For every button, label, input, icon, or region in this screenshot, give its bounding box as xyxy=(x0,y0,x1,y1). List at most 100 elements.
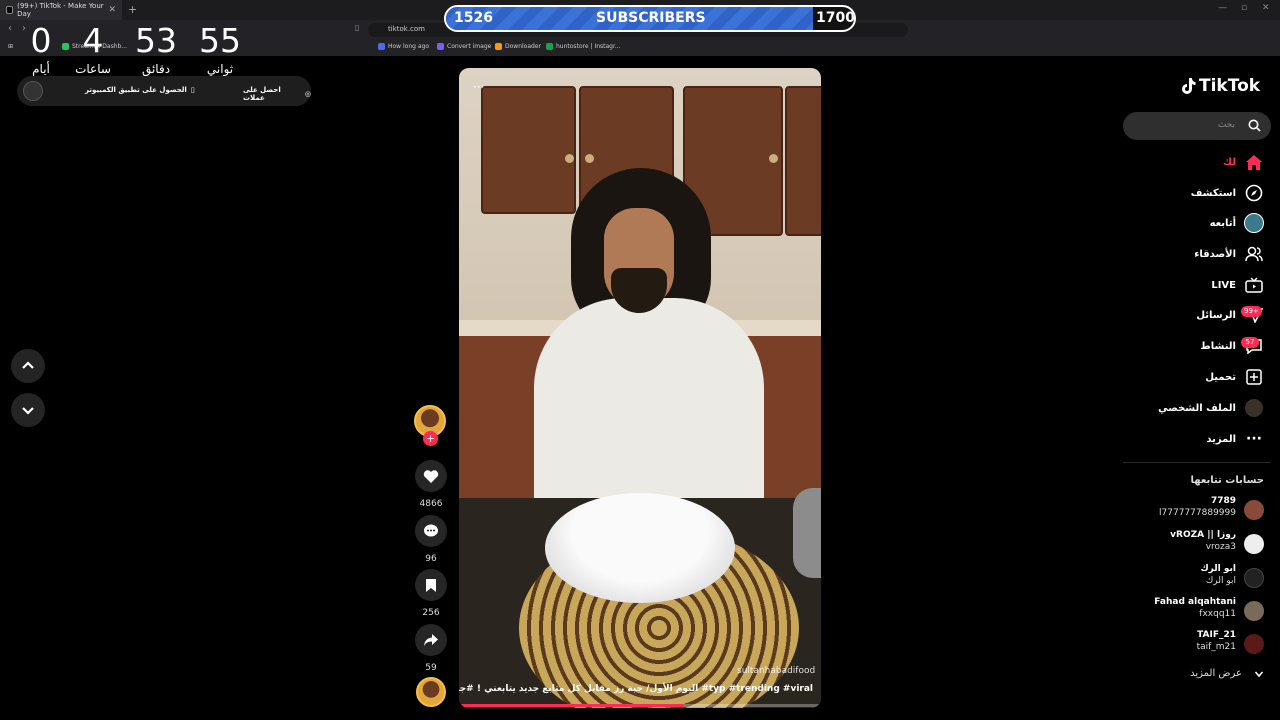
countdown-timer: 0 أيام 4 ساعات 53 دقائق 55 ثواني xyxy=(0,22,260,82)
previous-video-button[interactable] xyxy=(11,349,45,383)
live-icon xyxy=(1245,277,1263,293)
following-icon xyxy=(1244,213,1264,233)
nav-more[interactable]: المزيد ··· xyxy=(1206,429,1264,449)
tiktok-favicon-icon xyxy=(6,6,14,14)
subscriber-count: 1526 xyxy=(454,10,493,26)
nav-upload[interactable]: تحميل xyxy=(1205,367,1264,387)
save-count: 256 xyxy=(422,608,440,618)
see-more-label: عرض المزيد xyxy=(1190,668,1242,679)
profile-icon xyxy=(1245,399,1263,417)
bookmark-favicon-icon xyxy=(546,43,553,50)
video-username[interactable]: sultanhabadifood xyxy=(737,666,815,676)
bookmark-item[interactable]: How long ago xyxy=(378,43,429,50)
followed-account[interactable]: TAIF_21 taif_m21 xyxy=(1114,630,1264,656)
browser-tab[interactable]: (99+) TikTok - Make Your Day ✕ xyxy=(0,0,122,20)
nav-label: أتابعه xyxy=(1209,217,1236,229)
account-handle: fxxqq11 xyxy=(1199,609,1236,619)
followed-account[interactable]: vROZA || روزا vroza3 xyxy=(1114,530,1264,556)
countdown-minutes: 53 دقائق xyxy=(126,21,186,77)
bookmark-item[interactable]: Downloader xyxy=(495,43,541,50)
account-handle: l7777777889999 xyxy=(1159,508,1236,518)
bookmark-item[interactable]: Convert image xyxy=(437,43,491,50)
nav-label: استكشف xyxy=(1190,187,1236,199)
minimize-icon[interactable]: — xyxy=(1218,3,1227,13)
window-close-icon[interactable]: ✕ xyxy=(1262,3,1270,13)
cabinet xyxy=(481,86,576,214)
nav-for-you[interactable]: لك xyxy=(1223,152,1264,172)
countdown-label: دقائق xyxy=(141,62,171,76)
desktop-app-label: الحصول على تطبيق الكمبيوتر xyxy=(85,86,187,94)
phone-icon: ▯ xyxy=(190,86,195,94)
subscriber-goal-bar: 1526 SUBSCRIBERS 1700 xyxy=(444,5,856,32)
subscriber-label: SUBSCRIBERS xyxy=(596,10,706,26)
followed-account[interactable]: 7789 l7777777889999 xyxy=(1114,496,1264,522)
followed-account[interactable]: ابو الرك ابو الرك xyxy=(1114,564,1264,590)
action-rail: + 4866 96 256 59 xyxy=(414,405,448,707)
tiktok-logo[interactable]: TikTok xyxy=(1180,76,1260,96)
account-handle: vroza3 xyxy=(1205,542,1236,552)
account-handle: ابو الرك xyxy=(1205,576,1236,586)
save-button[interactable]: 256 xyxy=(414,569,448,618)
sound-avatar xyxy=(416,677,446,707)
bookmark-favicon-icon xyxy=(495,43,502,50)
video-caption: اليوم الأول/ حبة رز مقابل كل متابع جديد … xyxy=(459,684,813,694)
video-progress-bar[interactable] xyxy=(459,704,821,707)
nav-explore[interactable]: استكشف xyxy=(1191,183,1264,203)
home-icon xyxy=(1246,154,1262,170)
nav-following[interactable]: أتابعه xyxy=(1210,213,1264,233)
new-tab-icon[interactable]: + xyxy=(128,3,137,16)
search-placeholder: بحث xyxy=(1217,120,1235,130)
follow-plus-icon[interactable]: + xyxy=(423,431,438,446)
nav-label: لك xyxy=(1222,156,1236,168)
account-name: TAIF_21 xyxy=(1197,630,1236,640)
countdown-value: 0 xyxy=(30,21,52,60)
nav-label: الملف الشخصي xyxy=(1158,402,1236,414)
more-icon: ··· xyxy=(1246,431,1262,447)
nav-live[interactable]: LIVE xyxy=(1211,275,1264,295)
see-more-button[interactable]: عرض المزيد xyxy=(1190,668,1264,679)
countdown-seconds: 55 ثواني xyxy=(190,21,250,77)
account-avatar xyxy=(1244,634,1264,654)
account-handle: taif_m21 xyxy=(1196,642,1236,652)
nav-profile[interactable]: الملف الشخصي xyxy=(1158,398,1264,418)
countdown-label: أيام xyxy=(32,62,50,76)
account-name: Fahad alqahtani xyxy=(1154,597,1236,607)
bookmark-item[interactable]: huntostore | Instagr... xyxy=(546,43,621,50)
tiktok-note-icon xyxy=(1182,78,1196,94)
video-player[interactable]: ··· sultanhabadifood اليوم الأول/ حبة رز… xyxy=(459,68,821,708)
like-button[interactable]: 4866 xyxy=(414,460,448,509)
nav-friends[interactable]: الأصدقاء xyxy=(1194,244,1264,264)
search-icon[interactable] xyxy=(1248,119,1261,132)
next-video-button[interactable] xyxy=(11,393,45,427)
close-tab-icon[interactable]: ✕ xyxy=(108,5,116,15)
countdown-label: ساعات xyxy=(75,62,111,76)
more-options-icon[interactable]: ··· xyxy=(473,80,484,94)
search-input[interactable]: بحث xyxy=(1123,112,1271,140)
nav-label: الرسائل xyxy=(1196,309,1236,321)
countdown-value: 55 xyxy=(199,21,241,60)
get-coins-button[interactable]: احصل على عملات ◎ xyxy=(243,86,311,102)
chevron-down-icon xyxy=(22,407,34,415)
bookmark-favicon-icon xyxy=(437,43,444,50)
account-avatar xyxy=(1244,534,1264,554)
get-desktop-app-button[interactable]: الحصول على تطبيق الكمبيوتر ▯ xyxy=(85,86,195,94)
maximize-icon[interactable]: ▫ xyxy=(1241,3,1247,13)
cabinet-knob xyxy=(585,154,594,163)
divider xyxy=(1123,462,1271,463)
like-count: 4866 xyxy=(419,499,443,509)
coin-icon: ◎ xyxy=(304,90,311,98)
cabinet-knob xyxy=(565,154,574,163)
account-name: 7789 xyxy=(1210,496,1236,506)
music-disc[interactable] xyxy=(414,677,448,707)
nav-label: النشاط xyxy=(1200,340,1236,352)
share-button[interactable]: 59 xyxy=(414,624,448,673)
share-icon xyxy=(424,634,438,646)
countdown-label: ثواني xyxy=(206,62,234,76)
comment-icon xyxy=(424,524,438,537)
followed-account[interactable]: Fahad alqahtani fxxqq11 xyxy=(1114,597,1264,623)
bookmark-icon[interactable]: ▯ xyxy=(355,23,359,32)
bookmark-save-icon xyxy=(426,578,436,592)
countdown-value: 53 xyxy=(135,21,177,60)
comment-button[interactable]: 96 xyxy=(414,515,448,564)
chevron-up-icon xyxy=(22,361,34,369)
